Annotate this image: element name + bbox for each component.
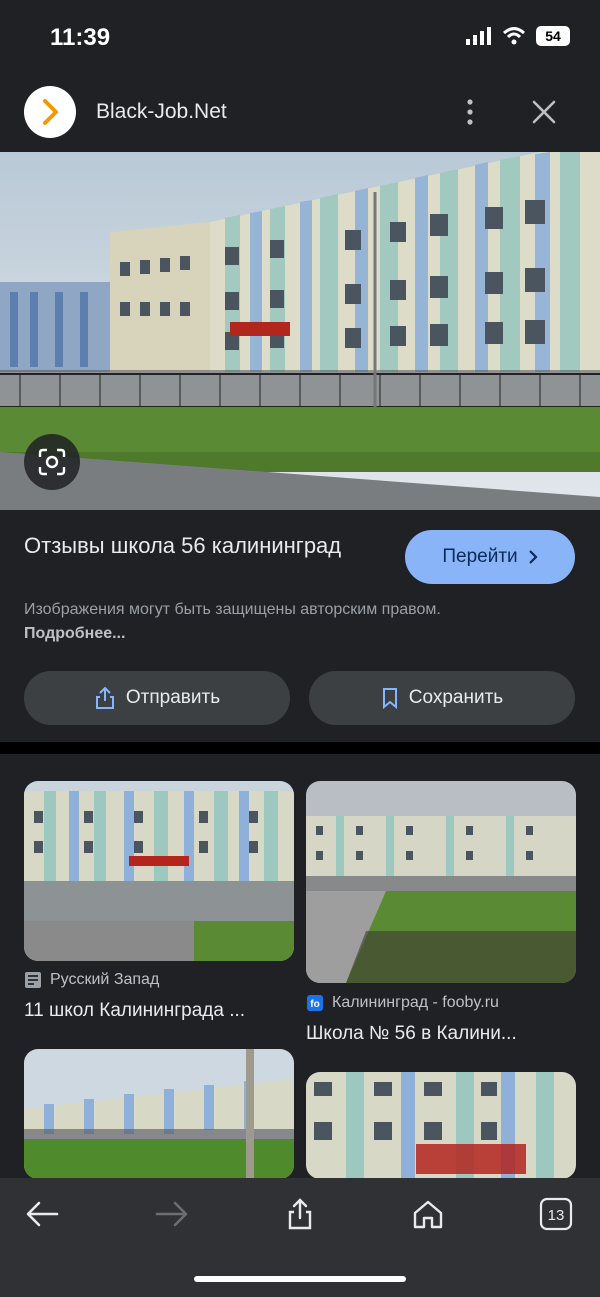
signal-icon <box>466 27 491 45</box>
svg-text:fo: fo <box>310 999 319 1010</box>
related-photo-4 <box>306 1072 576 1179</box>
battery-indicator: 54 <box>536 26 570 46</box>
related-title-2[interactable]: Школа № 56 в Калини... <box>306 1023 517 1045</box>
related-image-3[interactable] <box>24 1049 294 1179</box>
lens-icon <box>38 448 66 476</box>
chevron-right-icon <box>528 550 538 564</box>
share-button[interactable]: Отправить <box>24 671 290 725</box>
site-title[interactable]: Black-Job.Net <box>96 100 227 124</box>
tab-count: 13 <box>548 1207 565 1224</box>
status-icons: 54 <box>466 26 570 46</box>
viewer-header: Black-Job.Net <box>0 76 600 152</box>
related-title-1[interactable]: 11 школ Калининграда ... <box>24 1000 245 1022</box>
tabs-icon: 13 <box>539 1197 573 1231</box>
copyright-text: Изображения могут быть защищены авторски… <box>24 601 441 618</box>
share-page-icon <box>288 1198 312 1230</box>
bookmark-icon <box>382 688 397 709</box>
related-image-2[interactable] <box>306 781 576 983</box>
related-source-1-label: Русский Запад <box>50 971 160 988</box>
back-icon <box>26 1201 59 1227</box>
visit-button[interactable]: Перейти <box>405 530 575 584</box>
close-icon[interactable] <box>530 98 558 126</box>
visit-button-label: Перейти <box>442 546 518 567</box>
related-photo-1 <box>24 781 294 961</box>
status-bar: 11:39 54 <box>0 0 600 76</box>
learn-more-link[interactable]: Подробнее... <box>24 625 125 642</box>
back-button[interactable] <box>24 1196 60 1232</box>
share-button-label: Отправить <box>125 687 221 708</box>
share-page-button[interactable] <box>282 1196 318 1232</box>
result-title: Отзывы школа 56 калининград <box>24 533 342 558</box>
related-image-4[interactable] <box>306 1072 576 1179</box>
related-source-1[interactable]: Русский Запад <box>24 971 159 989</box>
site-logo[interactable] <box>24 86 76 138</box>
related-photo-3 <box>24 1049 294 1179</box>
save-button-label: Сохранить <box>408 687 504 708</box>
related-photo-2 <box>306 781 576 983</box>
fooby-favicon-icon: fo <box>307 995 323 1011</box>
tabs-button[interactable]: 13 <box>538 1196 574 1232</box>
more-vertical-icon[interactable] <box>460 98 480 126</box>
section-divider <box>0 742 600 754</box>
home-button[interactable] <box>410 1196 446 1232</box>
chevron-right-logo-icon <box>43 99 58 125</box>
school-building-photo <box>0 152 600 510</box>
clock: 11:39 <box>50 24 111 51</box>
bottom-navigation-bar: 13 <box>0 1178 600 1297</box>
wifi-icon <box>502 27 526 45</box>
home-indicator[interactable] <box>194 1276 406 1282</box>
related-source-2[interactable]: fo Калининград - fooby.ru <box>306 994 499 1012</box>
forward-icon <box>155 1201 188 1227</box>
related-image-1[interactable] <box>24 781 294 961</box>
lens-button[interactable] <box>24 434 80 490</box>
copyright-notice: Изображения могут быть защищены авторски… <box>24 598 494 646</box>
save-button[interactable]: Сохранить <box>309 671 575 725</box>
share-icon <box>95 686 114 709</box>
main-image[interactable] <box>0 152 600 510</box>
related-source-2-label: Калининград - fooby.ru <box>332 994 499 1011</box>
forward-button[interactable] <box>154 1196 190 1232</box>
newspaper-favicon-icon <box>25 972 41 988</box>
home-icon <box>413 1200 443 1229</box>
